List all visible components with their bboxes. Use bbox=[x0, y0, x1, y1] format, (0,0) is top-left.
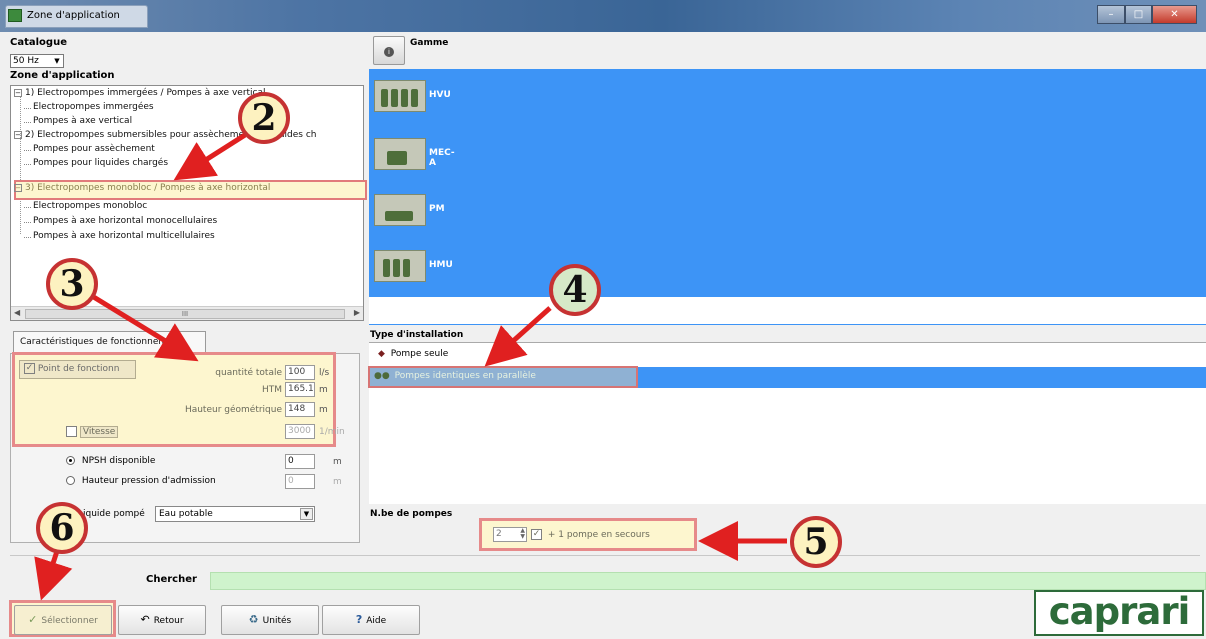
quantity-label: quantité totale bbox=[215, 368, 282, 378]
callout-5: 5 bbox=[790, 516, 842, 568]
liquide-select[interactable]: Eau potable ▼ bbox=[155, 506, 315, 522]
tree-leaf[interactable]: Electropompes monobloc bbox=[4, 201, 147, 211]
tree-node-3[interactable]: −3) Electropompes monobloc / Pompes à ax… bbox=[14, 183, 270, 193]
units-icon: ♻ bbox=[248, 613, 259, 626]
chercher-field[interactable] bbox=[210, 572, 1206, 590]
scroll-right-icon[interactable]: ▶ bbox=[354, 308, 360, 317]
app-icon bbox=[8, 9, 22, 22]
point-fonctionnement-checkbox[interactable]: ✓ Point de fonctionn bbox=[19, 360, 136, 379]
pump-image bbox=[374, 250, 426, 282]
caprari-logo: caprari bbox=[1034, 590, 1204, 636]
chercher-label: Chercher bbox=[146, 574, 197, 585]
npsh-unit: m bbox=[333, 457, 342, 467]
undo-icon: ↶ bbox=[140, 613, 150, 626]
liquide-label: Liquide pompé bbox=[78, 509, 145, 519]
window-title: Zone d'application bbox=[27, 10, 120, 21]
npsh-field[interactable]: 0 bbox=[285, 454, 315, 469]
gamme-list-empty bbox=[369, 297, 1206, 324]
gamme-list[interactable] bbox=[369, 69, 1206, 325]
pump-pair-icon: ●● bbox=[374, 371, 390, 381]
hauteur-admission-field[interactable]: 0 bbox=[285, 474, 315, 489]
chevron-down-icon: ▼ bbox=[54, 57, 60, 65]
help-icon: ? bbox=[355, 613, 363, 626]
vitesse-field[interactable]: 3000 bbox=[285, 424, 315, 439]
installation-label: Type d'installation bbox=[370, 330, 464, 340]
callout-4: 4 bbox=[549, 264, 601, 316]
htm-label: HTM bbox=[261, 385, 282, 395]
units-button[interactable]: ♻ Unités bbox=[221, 605, 319, 635]
checkbox-box bbox=[66, 426, 77, 437]
separator bbox=[10, 555, 1200, 556]
tree-leaf[interactable]: Pompes pour liquides chargés bbox=[4, 158, 168, 168]
spinner-arrows-icon[interactable]: ▲ ▼ bbox=[520, 528, 525, 540]
info-icon: i bbox=[384, 47, 394, 57]
tree-leaf[interactable]: Pompes à axe vertical bbox=[4, 116, 132, 126]
installation-item-parallele[interactable]: ●● Pompes identiques en parallèle bbox=[374, 371, 536, 381]
callout-6: 6 bbox=[36, 502, 88, 554]
catalogue-select[interactable]: 50 Hz ▼ bbox=[10, 54, 64, 68]
vitesse-unit: 1/min bbox=[319, 427, 345, 437]
tree-leaf[interactable]: Pompes pour assèchement bbox=[4, 144, 155, 154]
gamme-info-button[interactable]: i bbox=[373, 36, 405, 65]
installation-item-seule[interactable]: ◆ Pompe seule bbox=[378, 349, 448, 359]
check-icon: ✓ bbox=[24, 363, 35, 374]
check-icon: ✓ bbox=[531, 529, 542, 540]
chevron-down-icon: ▼ bbox=[300, 508, 313, 520]
minimize-icon: – bbox=[1108, 9, 1114, 20]
check-icon: ✓ bbox=[28, 613, 38, 626]
nb-pompes-spinner[interactable]: 2 ▲ ▼ bbox=[493, 527, 527, 542]
nb-pompes-label: N.be de pompes bbox=[370, 509, 453, 519]
secours-checkbox[interactable]: ✓ + 1 pompe en secours bbox=[531, 529, 650, 540]
tab-caracteristiques[interactable]: Caractéristiques de fonctionnement bbox=[13, 331, 206, 354]
pump-image bbox=[374, 194, 426, 226]
close-icon: ✕ bbox=[1170, 9, 1179, 20]
pump-image bbox=[374, 80, 426, 112]
radio-icon bbox=[66, 476, 75, 485]
back-button[interactable]: ↶ Retour bbox=[118, 605, 206, 635]
callout-3: 3 bbox=[46, 258, 98, 310]
maximize-icon: □ bbox=[1133, 9, 1144, 20]
quantity-unit: l/s bbox=[319, 368, 330, 378]
gamme-label: Gamme bbox=[410, 38, 449, 48]
pump-single-icon: ◆ bbox=[378, 349, 385, 359]
gamme-header bbox=[369, 32, 1206, 69]
close-button[interactable]: ✕ bbox=[1152, 5, 1197, 24]
catalogue-value: 50 Hz bbox=[13, 56, 39, 66]
tree-node-1[interactable]: −1) Electropompes immergées / Pompes à a… bbox=[14, 88, 266, 98]
title-bar: Zone d'application – □ ✕ bbox=[0, 0, 1206, 32]
vitesse-checkbox[interactable]: Vitesse bbox=[66, 426, 119, 438]
hauteur-admission-radio[interactable]: Hauteur pression d'admission bbox=[66, 476, 216, 486]
quantity-field[interactable]: 100 bbox=[285, 365, 315, 380]
htm-unit: m bbox=[319, 385, 328, 395]
hauteur-unit: m bbox=[319, 405, 328, 415]
tree-leaf[interactable]: Pompes à axe horizontal monocellulaires bbox=[4, 216, 217, 226]
select-button[interactable]: ✓ Sélectionner bbox=[14, 605, 112, 635]
scroll-thumb[interactable]: III bbox=[25, 309, 345, 319]
radio-selected-icon bbox=[66, 456, 75, 465]
htm-field[interactable]: 165.1 bbox=[285, 382, 315, 397]
minimize-button[interactable]: – bbox=[1097, 5, 1125, 24]
maximize-button[interactable]: □ bbox=[1125, 5, 1152, 24]
catalogue-label: Catalogue bbox=[10, 37, 67, 48]
pump-image bbox=[374, 138, 426, 170]
hauteur-field[interactable]: 148 bbox=[285, 402, 315, 417]
collapse-icon: − bbox=[14, 130, 22, 139]
hauteur-admission-unit: m bbox=[333, 477, 342, 487]
npsh-radio[interactable]: NPSH disponible bbox=[66, 456, 155, 466]
liquide-value: Eau potable bbox=[159, 509, 213, 519]
zone-label: Zone d'application bbox=[10, 70, 115, 81]
hauteur-label: Hauteur géométrique bbox=[184, 405, 282, 415]
help-button[interactable]: ? Aide bbox=[322, 605, 420, 635]
tree-leaf[interactable]: Electropompes immergées bbox=[4, 102, 154, 112]
tree-leaf[interactable]: Pompes à axe horizontal multicellulaires bbox=[4, 231, 215, 241]
callout-2: 2 bbox=[238, 92, 290, 144]
collapse-icon: − bbox=[14, 88, 22, 97]
scroll-left-icon[interactable]: ◀ bbox=[14, 308, 20, 317]
collapse-icon: − bbox=[14, 183, 22, 192]
